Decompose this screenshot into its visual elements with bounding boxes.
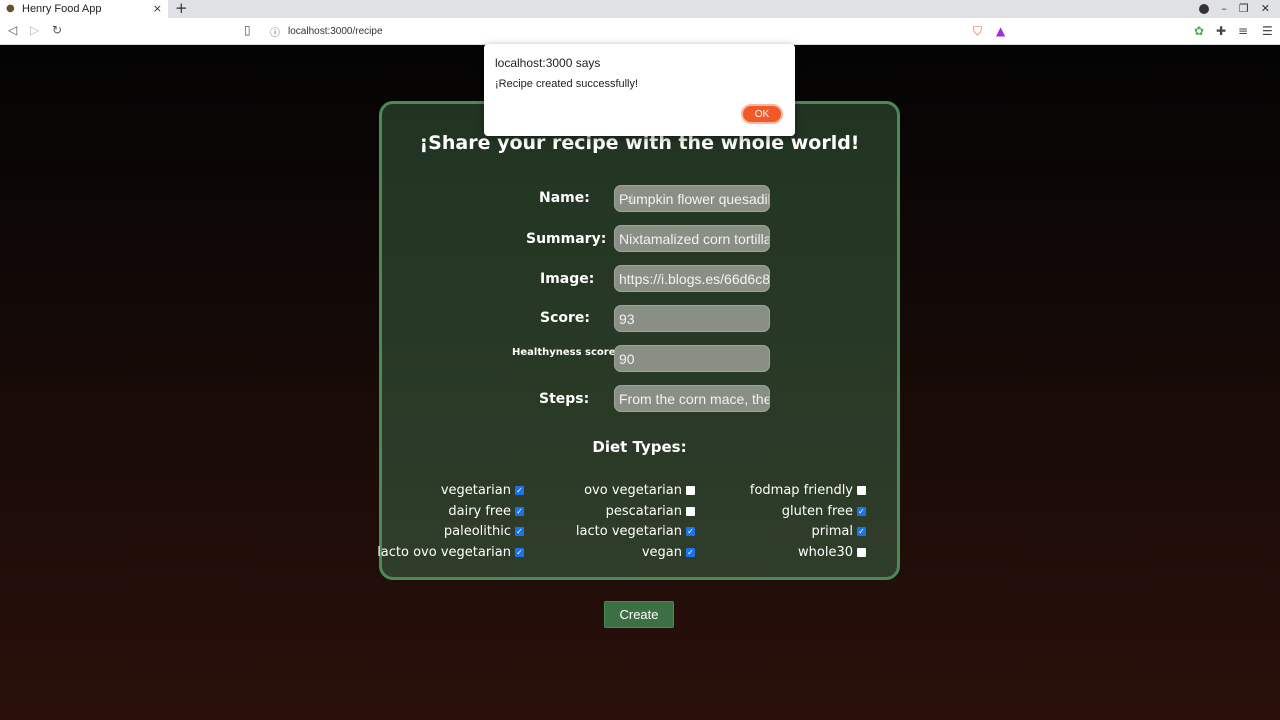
alert-dialog: localhost:3000 says ¡Recipe created succ… [484,44,795,136]
extensions-puzzle-icon[interactable]: ✚ [1216,24,1226,38]
checkbox-unchecked[interactable] [686,486,695,495]
tab-search-icon[interactable] [1199,3,1210,14]
healthyness-input[interactable]: 90 [614,345,770,372]
diet-label: gluten free [781,504,853,519]
tab-title: Henry Food App [22,3,102,15]
checkbox-checked[interactable]: ✓ [515,486,524,495]
close-window-icon[interactable]: ✕ [1261,2,1270,15]
hand-cursor-icon: ☝ [627,192,634,205]
checkbox-checked[interactable]: ✓ [515,548,524,557]
diet-label: ovo vegetarian [584,483,682,498]
diet-pescatarian[interactable]: pescatarian [606,504,695,519]
checkbox-checked[interactable]: ✓ [515,527,524,536]
diet-lacto-ovo-vegetarian[interactable]: lacto ovo vegetarian ✓ [377,545,524,560]
alert-message: ¡Recipe created successfully! [495,78,639,90]
diet-label: dairy free [448,504,511,519]
minimize-icon[interactable]: – [1221,2,1227,15]
diet-label: lacto vegetarian [575,524,682,539]
site-info-icon[interactable]: ⓘ [270,24,280,39]
diet-dairy-free[interactable]: dairy free ✓ [448,504,524,519]
diet-label: paleolithic [443,524,511,539]
checkbox-checked[interactable]: ✓ [686,548,695,557]
alert-ok-button[interactable]: OK [741,104,783,124]
checkbox-checked[interactable]: ✓ [515,507,524,516]
diet-label: pescatarian [605,504,682,519]
image-label: Image: [540,271,595,287]
summary-input[interactable]: Nixtamalized corn tortilla [614,225,770,252]
score-label: Score: [540,310,590,326]
browser-toolbar: ◁ ▷ ↻ ▯ ⓘ localhost:3000/recipe ⛉ ▲ ✿ ✚ … [0,18,1280,45]
menu-icon[interactable]: ☰ [1262,24,1273,38]
forward-icon[interactable]: ▷ [30,23,39,37]
diet-paleolithic[interactable]: paleolithic ✓ [444,524,524,539]
checkbox-checked[interactable]: ✓ [857,507,866,516]
diet-whole30[interactable]: whole30 [798,545,866,560]
image-input[interactable]: https://i.blogs.es/66d6c8 [614,265,770,292]
alert-origin: localhost:3000 says [495,56,601,70]
name-label: Name: [539,190,590,206]
checkbox-unchecked[interactable] [857,548,866,557]
diet-label: whole30 [798,545,853,560]
reload-icon[interactable]: ↻ [52,23,62,37]
tab-bar: ● Henry Food App × + – ❐ ✕ [0,0,1280,18]
steps-input[interactable]: From the corn mace, the [614,385,770,412]
window-controls: – ❐ ✕ [1199,2,1270,15]
page-background: ¡Share your recipe with the whole world!… [0,45,1280,720]
back-icon[interactable]: ◁ [8,23,17,37]
diet-vegan[interactable]: vegan ✓ [642,545,695,560]
create-button[interactable]: Create [604,601,674,628]
diet-lacto-vegetarian[interactable]: lacto vegetarian ✓ [576,524,695,539]
checkbox-unchecked[interactable] [857,486,866,495]
score-input[interactable]: 93 [614,305,770,332]
new-tab-button[interactable]: + [175,0,188,17]
app-favicon-icon: ● [6,3,15,14]
diet-label: fodmap friendly [749,483,853,498]
diet-label: primal [811,524,853,539]
diet-ovo-vegetarian[interactable]: ovo vegetarian [584,483,695,498]
brave-rewards-icon[interactable]: ▲ [996,24,1005,38]
diet-vegetarian[interactable]: vegetarian ✓ [441,483,524,498]
diet-label: vegan [641,545,682,560]
diet-primal[interactable]: primal ✓ [812,524,866,539]
checkbox-unchecked[interactable] [686,507,695,516]
recipe-form: ¡Share your recipe with the whole world!… [377,101,900,580]
restore-icon[interactable]: ❐ [1239,2,1249,15]
diet-gluten-free[interactable]: gluten free ✓ [782,504,866,519]
diet-label: vegetarian [440,483,511,498]
tab-close-icon[interactable]: × [153,2,162,15]
browser-tab[interactable]: ● Henry Food App × [0,0,168,18]
brave-shield-icon[interactable]: ⛉ [973,24,982,39]
diet-types-title: Diet Types: [592,438,687,456]
summary-label: Summary: [526,231,607,247]
checkbox-checked[interactable]: ✓ [686,527,695,536]
url-text: localhost:3000/recipe [288,26,383,37]
bookmark-icon[interactable]: ▯ [244,23,251,37]
diet-fodmap-friendly[interactable]: fodmap friendly [750,483,866,498]
diet-label: lacto ovo vegetarian [377,545,511,560]
extension-icon[interactable]: ✿ [1194,24,1204,38]
media-icon[interactable]: ≡ [1238,24,1248,38]
healthyness-label: Healthyness score: [512,347,620,358]
checkbox-checked[interactable]: ✓ [857,527,866,536]
address-bar[interactable]: ⓘ localhost:3000/recipe [264,21,1014,42]
steps-label: Steps: [539,391,590,407]
name-input[interactable]: Pumpkin flower quesadilla [614,185,770,212]
